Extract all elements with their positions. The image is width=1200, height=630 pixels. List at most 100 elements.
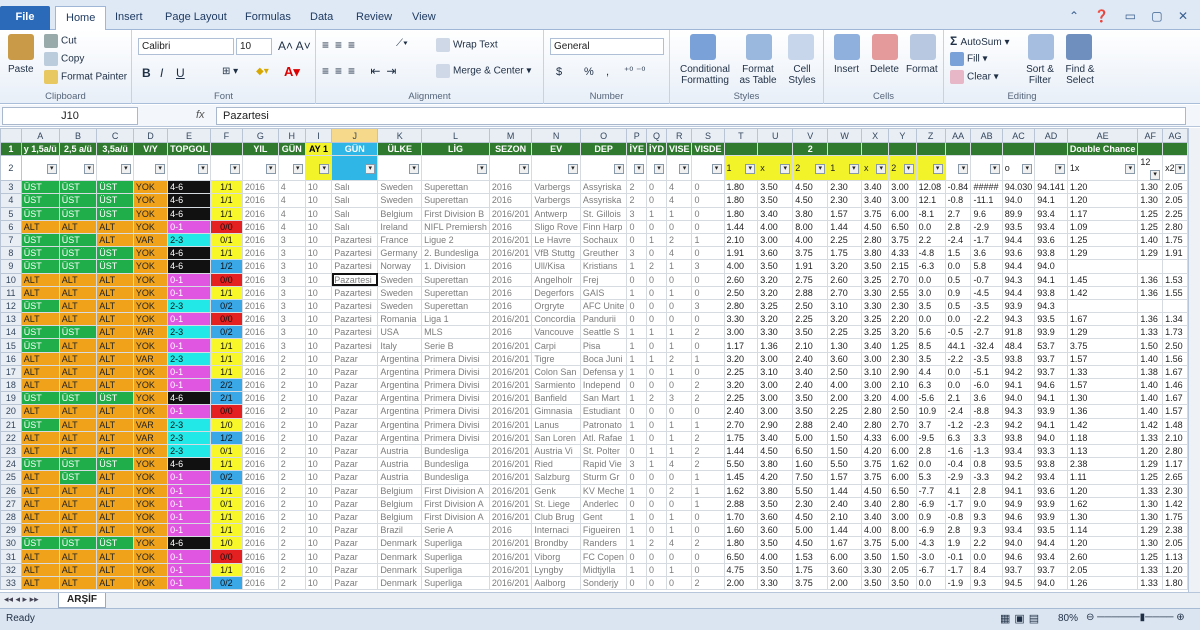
table-cell[interactable]: Pazar — [331, 523, 379, 538]
table-cell[interactable]: 2.80 — [723, 298, 759, 314]
table-cell[interactable]: 10 — [304, 430, 333, 445]
table-cell[interactable]: 1.20 — [1137, 443, 1164, 459]
table-cell[interactable]: 10 — [304, 549, 333, 564]
table-cell[interactable]: 10 — [304, 325, 333, 340]
table-cell[interactable]: ALT — [96, 298, 134, 314]
table-cell[interactable]: 0.0 — [915, 457, 946, 472]
table-cell[interactable]: 93.4 — [1034, 470, 1068, 485]
table-cell[interactable]: 6.50 — [888, 483, 917, 498]
table-cell[interactable]: 2016 — [488, 285, 533, 300]
table-cell[interactable]: ÜST — [96, 457, 134, 472]
table-cell[interactable]: 4.50 — [792, 193, 829, 208]
table-cell[interactable]: 1.30 — [1066, 391, 1139, 406]
table-cell[interactable]: 2.38 — [1162, 523, 1188, 538]
row-header[interactable]: 18 — [0, 377, 22, 393]
table-cell[interactable]: Austria — [377, 470, 423, 485]
filter-cell[interactable]: ▾ — [331, 155, 379, 182]
table-cell[interactable]: Salzburg — [531, 470, 581, 485]
table-cell[interactable]: 0 — [645, 404, 667, 419]
table-cell[interactable]: Pazartesi — [331, 298, 379, 314]
table-cell[interactable]: 0/2 — [209, 575, 243, 591]
filter-dropdown-icon[interactable]: ▾ — [815, 164, 826, 175]
table-cell[interactable]: 0.0 — [970, 549, 1003, 564]
table-cell[interactable]: Sweden — [377, 285, 423, 300]
table-cell[interactable]: ÜST — [58, 391, 98, 406]
table-cell[interactable]: 10 — [304, 206, 333, 221]
table-cell[interactable]: First Division B — [421, 206, 490, 221]
table-cell[interactable]: Assyriska — [579, 180, 628, 195]
table-cell[interactable]: 1/1 — [209, 351, 243, 366]
table-cell[interactable]: 3.50 — [860, 575, 890, 591]
table-cell[interactable]: 3.00 — [757, 232, 794, 248]
table-cell[interactable]: 1.73 — [1162, 325, 1188, 340]
filter-dropdown-icon[interactable]: ▾ — [848, 164, 859, 175]
header-cell[interactable]: AY 1 — [304, 141, 333, 157]
table-cell[interactable]: 10 — [304, 180, 333, 195]
table-cell[interactable]: 93.8 — [1001, 430, 1036, 445]
table-cell[interactable]: Pazar — [331, 404, 379, 419]
horizontal-align-icon[interactable]: ≡≡≡ ⇤⇥ — [322, 64, 402, 78]
table-cell[interactable]: 0.8 — [970, 457, 1003, 472]
table-cell[interactable]: 4.00 — [827, 377, 862, 393]
table-cell[interactable]: 1.70 — [723, 509, 759, 525]
table-cell[interactable]: Pazartesi — [331, 259, 379, 274]
table-cell[interactable]: Superliga — [421, 562, 490, 577]
table-cell[interactable]: 94.9 — [1001, 496, 1036, 511]
table-cell[interactable]: YOK — [132, 562, 169, 577]
table-cell[interactable]: 0 — [645, 377, 667, 393]
table-cell[interactable]: ALT — [96, 312, 134, 327]
table-cell[interactable]: 3.00 — [888, 509, 917, 525]
table-cell[interactable]: YOK — [132, 509, 169, 525]
column-header[interactable]: AE — [1066, 128, 1139, 143]
table-cell[interactable]: YOK — [132, 443, 169, 459]
table-cell[interactable]: 94.5 — [1001, 575, 1036, 591]
table-cell[interactable]: 0.0 — [915, 219, 946, 234]
table-cell[interactable]: 94.2 — [1001, 364, 1036, 380]
table-cell[interactable]: Varbergs — [531, 193, 581, 208]
table-cell[interactable]: 2.10 — [1162, 430, 1188, 445]
tab-home[interactable]: Home — [55, 6, 107, 30]
table-cell[interactable]: Belgium — [377, 483, 423, 498]
table-cell[interactable]: 2.55 — [888, 285, 917, 300]
table-cell[interactable]: 4.00 — [757, 549, 794, 564]
column-header[interactable]: R — [665, 128, 693, 143]
table-cell[interactable]: Brazil — [377, 523, 423, 538]
table-cell[interactable]: 93.5 — [1001, 219, 1036, 234]
header-cell[interactable] — [888, 141, 917, 157]
table-cell[interactable]: Pazartesi — [331, 312, 379, 327]
table-cell[interactable]: YOK — [132, 457, 169, 472]
table-cell[interactable]: Gimnasia — [531, 404, 581, 419]
merge-center-button[interactable]: Merge & Center ▾ — [436, 64, 531, 78]
table-cell[interactable]: 2.05 — [888, 562, 917, 577]
filter-cell[interactable]: ▾ — [691, 155, 725, 182]
table-cell[interactable]: 0 — [645, 417, 667, 432]
row-header[interactable]: 3 — [0, 180, 22, 195]
table-cell[interactable]: Rapid Vie — [579, 457, 628, 472]
table-cell[interactable]: 1 — [665, 443, 693, 459]
table-cell[interactable]: 1.45 — [723, 470, 759, 485]
table-cell[interactable]: Genk — [531, 483, 581, 498]
table-cell[interactable]: 0 — [691, 193, 725, 208]
table-cell[interactable]: 1 — [665, 325, 693, 340]
table-cell[interactable]: 0 — [691, 562, 725, 577]
table-cell[interactable]: 1.11 — [1066, 470, 1139, 485]
table-cell[interactable]: 2.50 — [792, 298, 829, 314]
table-cell[interactable]: 12.08 — [915, 180, 946, 195]
filter-dropdown-icon[interactable]: ▾ — [1054, 164, 1065, 175]
table-cell[interactable]: ALT — [20, 404, 60, 419]
table-cell[interactable]: 2.50 — [723, 285, 759, 300]
table-cell[interactable]: 4.50 — [757, 443, 794, 459]
table-cell[interactable]: 1.40 — [1137, 232, 1164, 248]
table-cell[interactable]: 0-1 — [167, 364, 211, 380]
table-cell[interactable]: 1.67 — [1162, 364, 1188, 380]
table-cell[interactable]: 5.6 — [915, 325, 946, 340]
table-cell[interactable]: 9.6 — [970, 206, 1003, 221]
table-cell[interactable]: 1.75 — [1162, 509, 1188, 525]
table-cell[interactable]: 1.45 — [1066, 272, 1139, 287]
table-cell[interactable]: YOK — [132, 193, 169, 208]
table-cell[interactable]: 3.50 — [757, 180, 794, 195]
table-cell[interactable]: 1.80 — [723, 536, 759, 551]
table-cell[interactable]: First Division A — [421, 483, 490, 498]
table-cell[interactable]: 93.5 — [1034, 523, 1068, 538]
table-cell[interactable]: 2 — [645, 536, 667, 551]
